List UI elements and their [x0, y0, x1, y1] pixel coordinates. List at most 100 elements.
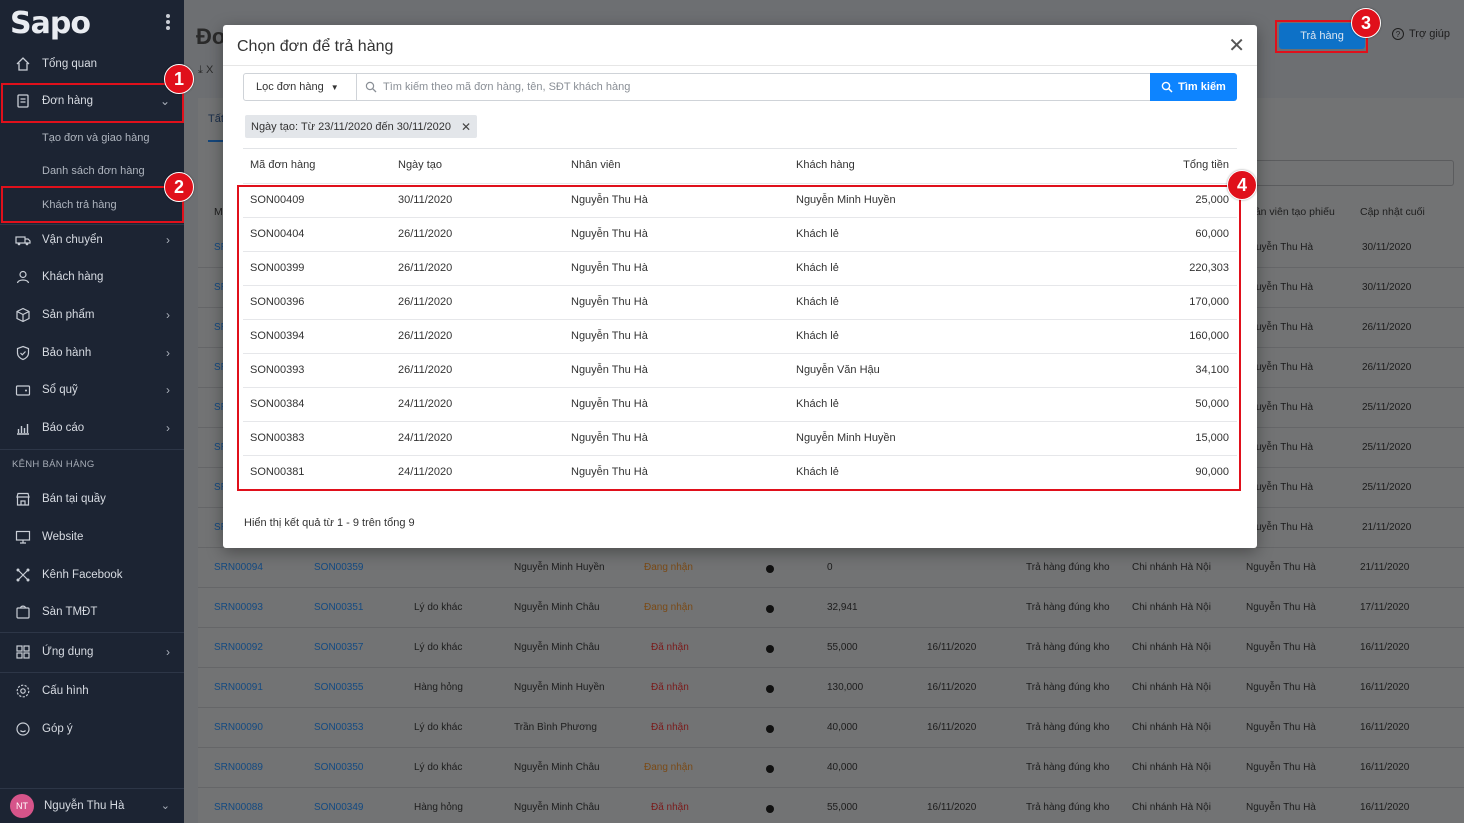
order-code-link[interactable]: SON00357: [314, 642, 363, 653]
sidebar-item-marketplace[interactable]: Sàn TMĐT: [0, 595, 184, 629]
modal-header-divider: [223, 65, 1257, 66]
order-filter-dropdown[interactable]: Lọc đơn hàng ▼: [243, 73, 357, 101]
order-code-link[interactable]: SON00351: [314, 602, 363, 613]
sidebar-item-products[interactable]: Sản phẩm ›: [0, 298, 184, 332]
remove-filter-icon[interactable]: ✕: [461, 120, 471, 134]
sidebar-item-pos[interactable]: Bán tại quầy: [0, 482, 184, 516]
sidebar-item-warranty[interactable]: Bảo hành ›: [0, 336, 184, 370]
step-badge-2: 2: [164, 172, 194, 202]
user-menu[interactable]: NT Nguyễn Thu Hà ⌄: [0, 788, 184, 823]
table-row[interactable]: SRN00092 SON00357 Lý do khác Nguyễn Minh Ch…: [198, 628, 1464, 668]
return-code-link[interactable]: SRN00091: [214, 682, 263, 693]
filter-label: Lọc đơn hàng: [256, 81, 324, 93]
help-link[interactable]: ? Trợ giúp: [1392, 28, 1450, 40]
status-badge: Đã nhận: [651, 682, 689, 693]
shield-icon: [14, 344, 32, 362]
staff-name: Nguyễn Thu Hà: [1246, 602, 1316, 613]
status-badge: Đã nhận: [651, 802, 689, 813]
order-code-link[interactable]: SON00353: [314, 722, 363, 733]
table-row[interactable]: SRN00088 SON00349 Hàng hỏng Nguyễn Minh Châ…: [198, 788, 1464, 823]
export-link[interactable]: ⤓ X: [198, 64, 213, 77]
column-header-order-code: Mã đơn hàng: [250, 159, 316, 171]
order-code-link[interactable]: SON00350: [314, 762, 363, 773]
sidebar-item-shipping[interactable]: Vận chuyển ›: [0, 223, 184, 257]
highlight-order-table: [237, 185, 1241, 491]
user-name: Nguyễn Thu Hà: [44, 800, 125, 812]
branch-name: Chi nhánh Hà Nội: [1132, 802, 1211, 813]
column-header-created-date: Ngày tạo: [398, 159, 443, 171]
tab-all[interactable]: Tất: [208, 113, 224, 125]
sidebar-item-website[interactable]: Website: [0, 520, 184, 554]
step-badge-1: 1: [164, 64, 194, 94]
sidebar-item-facebook[interactable]: Kênh Facebook: [0, 558, 184, 592]
column-header-staff: hân viên tạo phiếu: [1249, 206, 1335, 218]
updated-date: 21/11/2020: [1362, 522, 1412, 533]
export-label: X: [205, 64, 214, 76]
help-label: Trợ giúp: [1409, 28, 1451, 40]
wallet-icon: [14, 381, 32, 399]
sidebar: Sapo Tổng quan Đơn hàng ⌄ Tạo đơn và gia…: [0, 0, 184, 823]
branch-name: Chi nhánh Hà Nội: [1132, 562, 1211, 573]
status-dot: [766, 685, 774, 693]
settings-icon: [14, 682, 32, 700]
return-type: Trả hàng đúng kho: [1026, 602, 1110, 613]
return-reason: Hàng hỏng: [414, 802, 463, 813]
staff-name: uyễn Thu Hà: [1256, 322, 1314, 333]
search-input[interactable]: [383, 81, 1083, 93]
updated-date: 16/11/2020: [1360, 722, 1410, 733]
sidebar-sub-create-order[interactable]: Tạo đơn và giao hàng: [0, 123, 184, 153]
order-code-link[interactable]: SON00359: [314, 562, 363, 573]
return-code-link[interactable]: SRN00093: [214, 602, 263, 613]
search-icon: [1161, 81, 1173, 93]
close-icon[interactable]: ✕: [1228, 33, 1245, 58]
return-code-link[interactable]: SRN00090: [214, 722, 263, 733]
order-code-link[interactable]: SON00349: [314, 802, 363, 813]
return-code-link[interactable]: SRN00094: [214, 562, 263, 573]
sidebar-item-overview[interactable]: Tổng quan: [0, 47, 184, 81]
staff-name: Nguyễn Thu Hà: [1246, 642, 1316, 653]
return-code-link[interactable]: SRN00088: [214, 802, 263, 813]
table-row[interactable]: SRN00089 SON00350 Lý do khác Nguyễn Minh Ch…: [198, 748, 1464, 788]
chart-icon: [14, 419, 32, 437]
return-code-link[interactable]: SRN00089: [214, 762, 263, 773]
search-button[interactable]: Tìm kiếm: [1150, 73, 1237, 101]
refund-amount: 55,000: [827, 802, 858, 813]
sidebar-item-reports[interactable]: Báo cáo ›: [0, 411, 184, 445]
chevron-right-icon: ›: [166, 308, 170, 322]
sidebar-sub-order-list[interactable]: Danh sách đơn hàng: [0, 156, 184, 186]
list-search-input[interactable]: [1256, 160, 1454, 186]
chevron-right-icon: ›: [166, 383, 170, 397]
status-badge: Đang nhận: [644, 762, 693, 773]
return-code-link[interactable]: SRN00092: [214, 642, 263, 653]
sidebar-item-customers[interactable]: Khách hàng: [0, 260, 184, 294]
table-row[interactable]: SRN00094 SON00359 Nguyễn Minh Huyền Đang nh…: [198, 548, 1464, 588]
received-date: 16/11/2020: [927, 722, 977, 733]
updated-date: 30/11/2020: [1362, 242, 1412, 253]
chevron-right-icon: ›: [166, 421, 170, 435]
download-icon: ⤓: [198, 64, 203, 76]
order-search-field[interactable]: [356, 73, 1151, 101]
sidebar-item-settings[interactable]: Cấu hình: [0, 674, 184, 708]
staff-name: Nguyễn Thu Hà: [1246, 722, 1316, 733]
table-row[interactable]: SRN00093 SON00351 Lý do khác Nguyễn Minh Ch…: [198, 588, 1464, 628]
column-header-code: M: [214, 206, 223, 218]
sapo-logo[interactable]: Sapo: [10, 6, 91, 41]
return-type: Trả hàng đúng kho: [1026, 802, 1110, 813]
sidebar-item-apps[interactable]: Ứng dụng ›: [0, 635, 184, 669]
sidebar-item-cashbook[interactable]: Sổ quỹ ›: [0, 373, 184, 407]
column-header-staff: Nhân viên: [571, 159, 621, 171]
return-type: Trả hàng đúng kho: [1026, 642, 1110, 653]
updated-date: 16/11/2020: [1360, 762, 1410, 773]
more-menu-icon[interactable]: [163, 12, 173, 32]
staff-name: uyễn Thu Hà: [1256, 442, 1314, 453]
refund-amount: 32,941: [827, 602, 858, 613]
staff-name: Nguyễn Thu Hà: [1246, 562, 1316, 573]
sidebar-item-feedback[interactable]: Góp ý: [0, 712, 184, 746]
order-code-link[interactable]: SON00355: [314, 682, 363, 693]
table-row[interactable]: SRN00090 SON00353 Lý do khác Trần Bình Phươ…: [198, 708, 1464, 748]
table-row[interactable]: SRN00091 SON00355 Hàng hỏng Nguyễn Minh Huy…: [198, 668, 1464, 708]
home-icon: [14, 55, 32, 73]
sidebar-item-label: Cấu hình: [42, 685, 89, 697]
refund-amount: 130,000: [827, 682, 864, 693]
customer-name: Nguyễn Minh Huyền: [514, 562, 605, 573]
